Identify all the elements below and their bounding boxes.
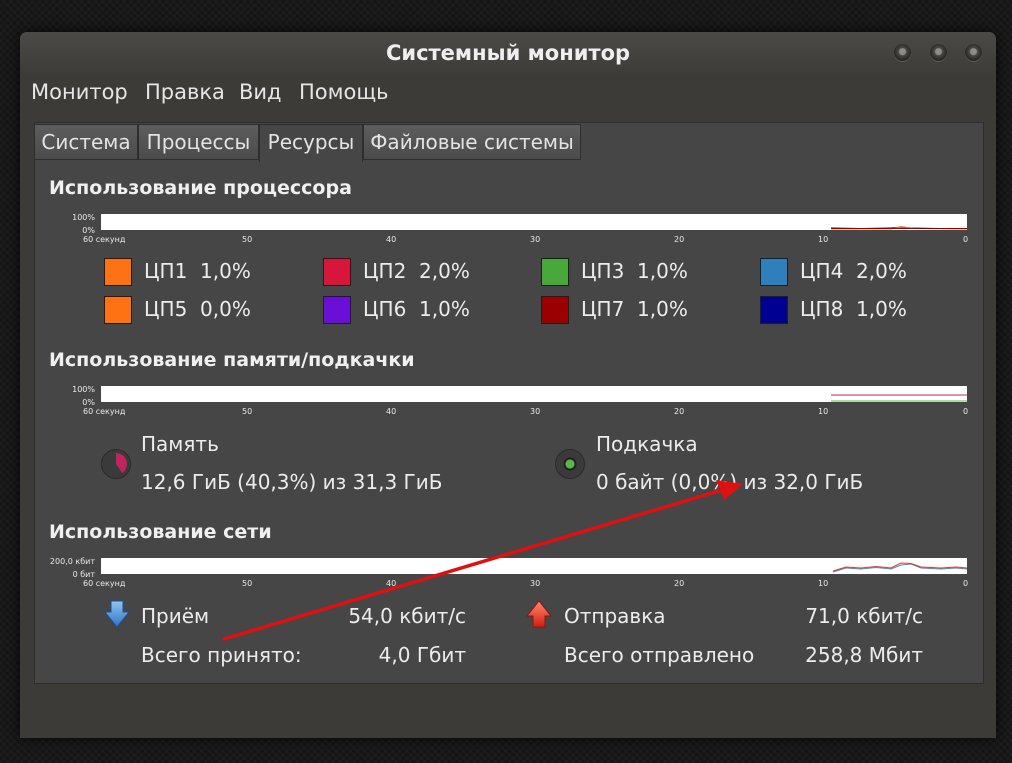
annotation-arrow: [222, 480, 743, 641]
